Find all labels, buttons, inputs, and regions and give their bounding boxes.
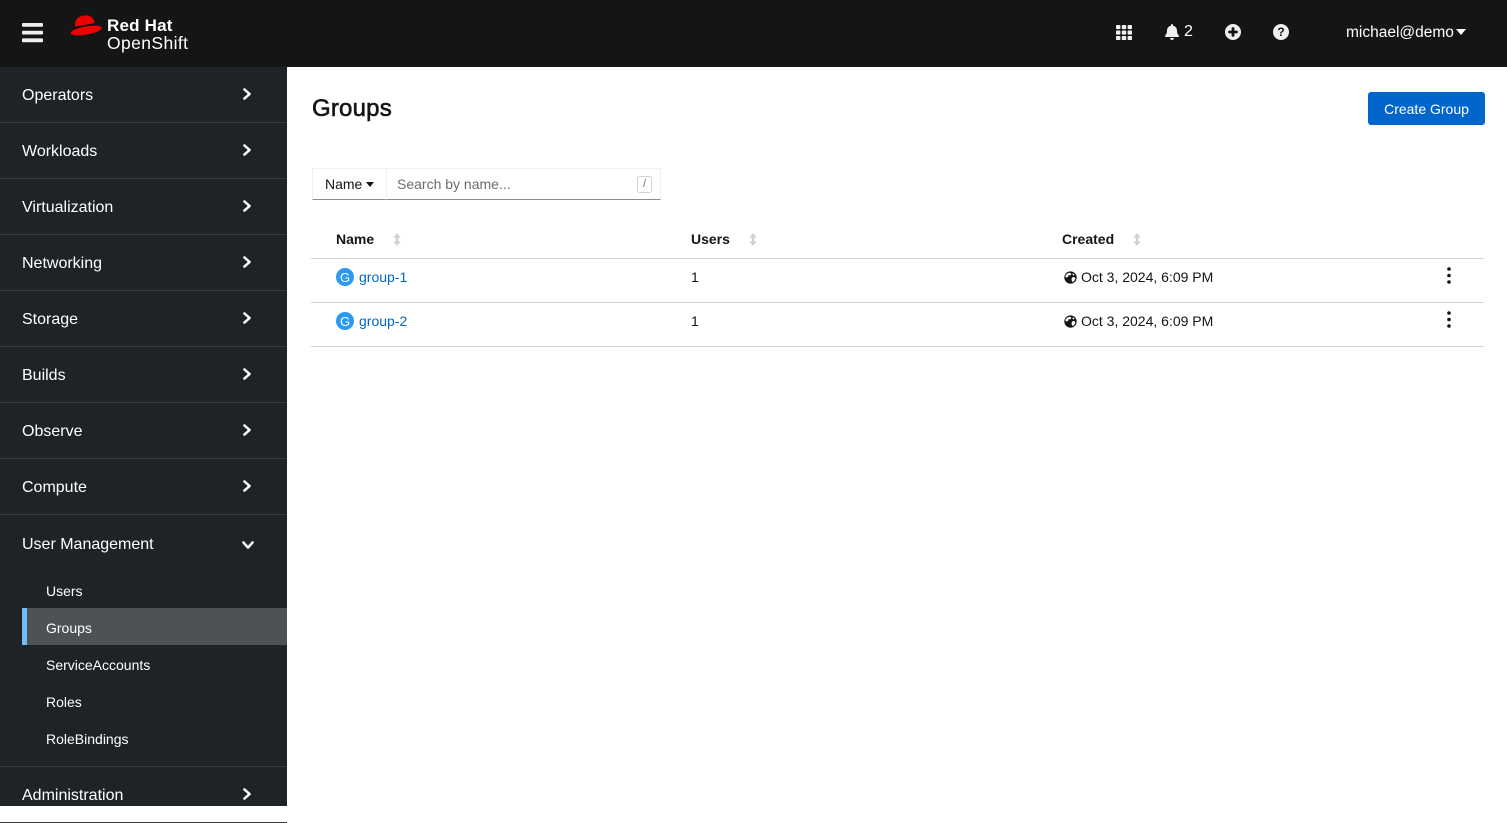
- svg-text:?: ?: [1277, 25, 1284, 39]
